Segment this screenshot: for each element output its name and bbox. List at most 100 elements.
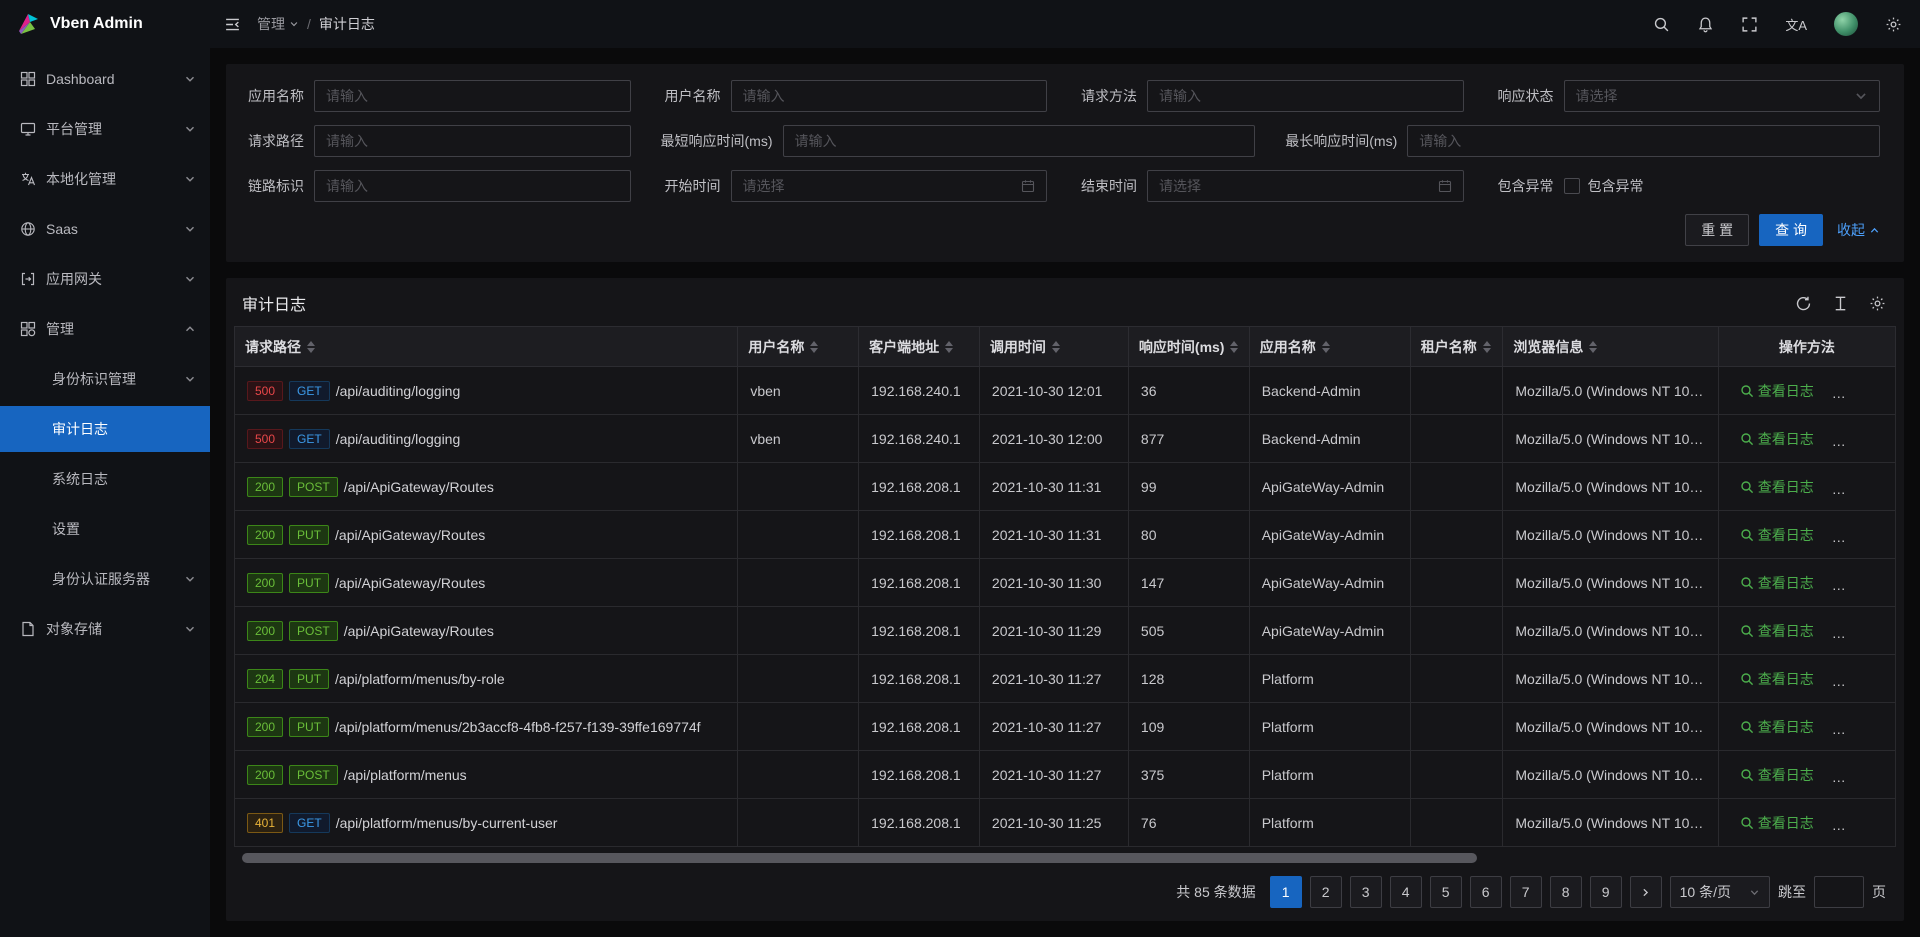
sidebar-item-saas[interactable]: Saas [0,206,210,252]
view-log-button[interactable]: 查看日志 [1740,669,1814,689]
jump-page-input[interactable] [1814,876,1864,908]
sidebar-item-label: 设置 [52,519,196,539]
page-button-7[interactable]: 7 [1510,876,1542,908]
column-header[interactable]: 调用时间 [979,327,1128,367]
column-header[interactable]: 客户端地址 [859,327,980,367]
page-button-3[interactable]: 3 [1350,876,1382,908]
sidebar-item-system-log[interactable]: 系统日志 [0,456,210,502]
cell-browser-info: Mozilla/5.0 (Windows NT 10.0; Win... [1503,751,1718,799]
user-name-input[interactable] [731,80,1048,112]
cell-app-name: Backend-Admin [1249,367,1410,415]
column-header[interactable]: 应用名称 [1249,327,1410,367]
next-page-button[interactable] [1630,876,1662,908]
cell-user-name [738,511,859,559]
request-path-input[interactable] [314,125,631,157]
breadcrumb-item-management[interactable]: 管理 [257,14,299,34]
view-log-button[interactable]: 查看日志 [1740,573,1814,593]
sort-icon[interactable] [1483,341,1491,353]
sort-icon[interactable] [945,341,953,353]
query-button[interactable]: 查 询 [1759,214,1823,246]
fullscreen-icon[interactable] [1741,16,1758,33]
response-status-select[interactable]: 请选择 [1564,80,1881,112]
sort-icon[interactable] [1589,341,1597,353]
column-header[interactable]: 请求路径 [235,327,738,367]
page-button-6[interactable]: 6 [1470,876,1502,908]
view-log-button[interactable]: 查看日志 [1740,477,1814,497]
view-log-button[interactable]: 查看日志 [1740,717,1814,737]
sort-icon[interactable] [1230,341,1238,353]
sidebar-item-localization[interactable]: 本地化管理 [0,156,210,202]
breadcrumb-separator: / [307,16,311,32]
view-log-button[interactable]: 查看日志 [1740,525,1814,545]
page-button-1[interactable]: 1 [1270,876,1302,908]
sidebar-item-identity-management[interactable]: 身份标识管理 [0,356,210,402]
page-button-8[interactable]: 8 [1550,876,1582,908]
filter-field: 最长响应时间(ms) [1285,125,1880,157]
table-row: 200PUT/api/ApiGateway/Routes192.168.208.… [235,511,1896,559]
page-button-5[interactable]: 5 [1430,876,1462,908]
view-log-button[interactable]: 查看日志 [1740,813,1814,833]
cell-call-time: 2021-10-30 12:00 [979,415,1128,463]
sidebar-item-audit-log[interactable]: 审计日志 [0,406,210,452]
page-button-2[interactable]: 2 [1310,876,1342,908]
trace-id-input[interactable] [314,170,631,202]
page-size-select[interactable]: 10 条/页 [1670,876,1770,908]
start-time-picker[interactable]: 请选择 [731,170,1048,202]
filter-field: 请求方法 [1077,80,1464,112]
gear-icon[interactable] [1885,16,1902,33]
column-header[interactable]: 用户名称 [738,327,859,367]
sidebar-item-settings[interactable]: 设置 [0,506,210,552]
sidebar-item-dashboard[interactable]: Dashboard [0,56,210,102]
column-header[interactable]: 浏览器信息 [1503,327,1718,367]
field-label: 用户名称 [661,86,721,106]
column-settings-gear-icon[interactable] [1869,295,1886,312]
sidebar-item-object-storage[interactable]: 对象存储 [0,606,210,652]
sidebar-item-auth-server[interactable]: 身份认证服务器 [0,556,210,602]
cell-client-address: 192.168.208.1 [859,511,980,559]
sort-icon[interactable] [810,341,818,353]
view-log-button[interactable]: 查看日志 [1740,765,1814,785]
include-exception-checkbox[interactable]: 包含异常 [1564,176,1644,196]
view-log-button[interactable]: 查看日志 [1740,429,1814,449]
logo[interactable]: Vben Admin [0,0,210,48]
max-response-time-input[interactable] [1407,125,1880,157]
cell-client-address: 192.168.208.1 [859,751,980,799]
column-header[interactable]: 响应时间(ms) [1128,327,1249,367]
sort-icon[interactable] [1052,341,1060,353]
method-badge: POST [289,621,338,641]
menu-fold-icon[interactable] [224,16,241,33]
view-log-button[interactable]: 查看日志 [1740,621,1814,641]
refresh-icon[interactable] [1795,295,1812,312]
sidebar-item-gateway[interactable]: 应用网关 [0,256,210,302]
column-label: 操作方法 [1779,337,1835,357]
page-button-4[interactable]: 4 [1390,876,1422,908]
cell-tenant-name [1410,799,1503,847]
sort-icon[interactable] [307,341,315,353]
view-log-button[interactable]: 查看日志 [1740,381,1814,401]
scrollbar-thumb[interactable] [242,853,1477,863]
reset-button[interactable]: 重 置 [1685,214,1749,246]
min-response-time-input[interactable] [783,125,1256,157]
notification-bell-icon[interactable] [1697,16,1714,33]
row-height-icon[interactable] [1832,295,1849,312]
avatar[interactable] [1834,12,1858,36]
sidebar-item-management[interactable]: 管理 [0,306,210,352]
translate-icon[interactable]: 文A [1785,15,1807,34]
end-time-picker[interactable]: 请选择 [1147,170,1464,202]
sort-icon[interactable] [1322,341,1330,353]
page-button-9[interactable]: 9 [1590,876,1622,908]
checkbox-icon [1564,178,1580,194]
cell-tenant-name [1410,607,1503,655]
column-label: 应用名称 [1260,337,1316,357]
cell-actions: 查看日志删除 [1718,367,1895,415]
app-name-input[interactable] [314,80,631,112]
search-icon[interactable] [1653,16,1670,33]
field-label: 响应状态 [1494,86,1554,106]
column-header[interactable]: 租户名称 [1410,327,1503,367]
cell-call-time: 2021-10-30 11:29 [979,607,1128,655]
collapse-link[interactable]: 收起 [1837,220,1880,240]
cell-call-time: 2021-10-30 11:27 [979,703,1128,751]
cell-request-path: 204PUT/api/platform/menus/by-role [235,655,738,703]
sidebar-item-platform[interactable]: 平台管理 [0,106,210,152]
request-method-input[interactable] [1147,80,1464,112]
